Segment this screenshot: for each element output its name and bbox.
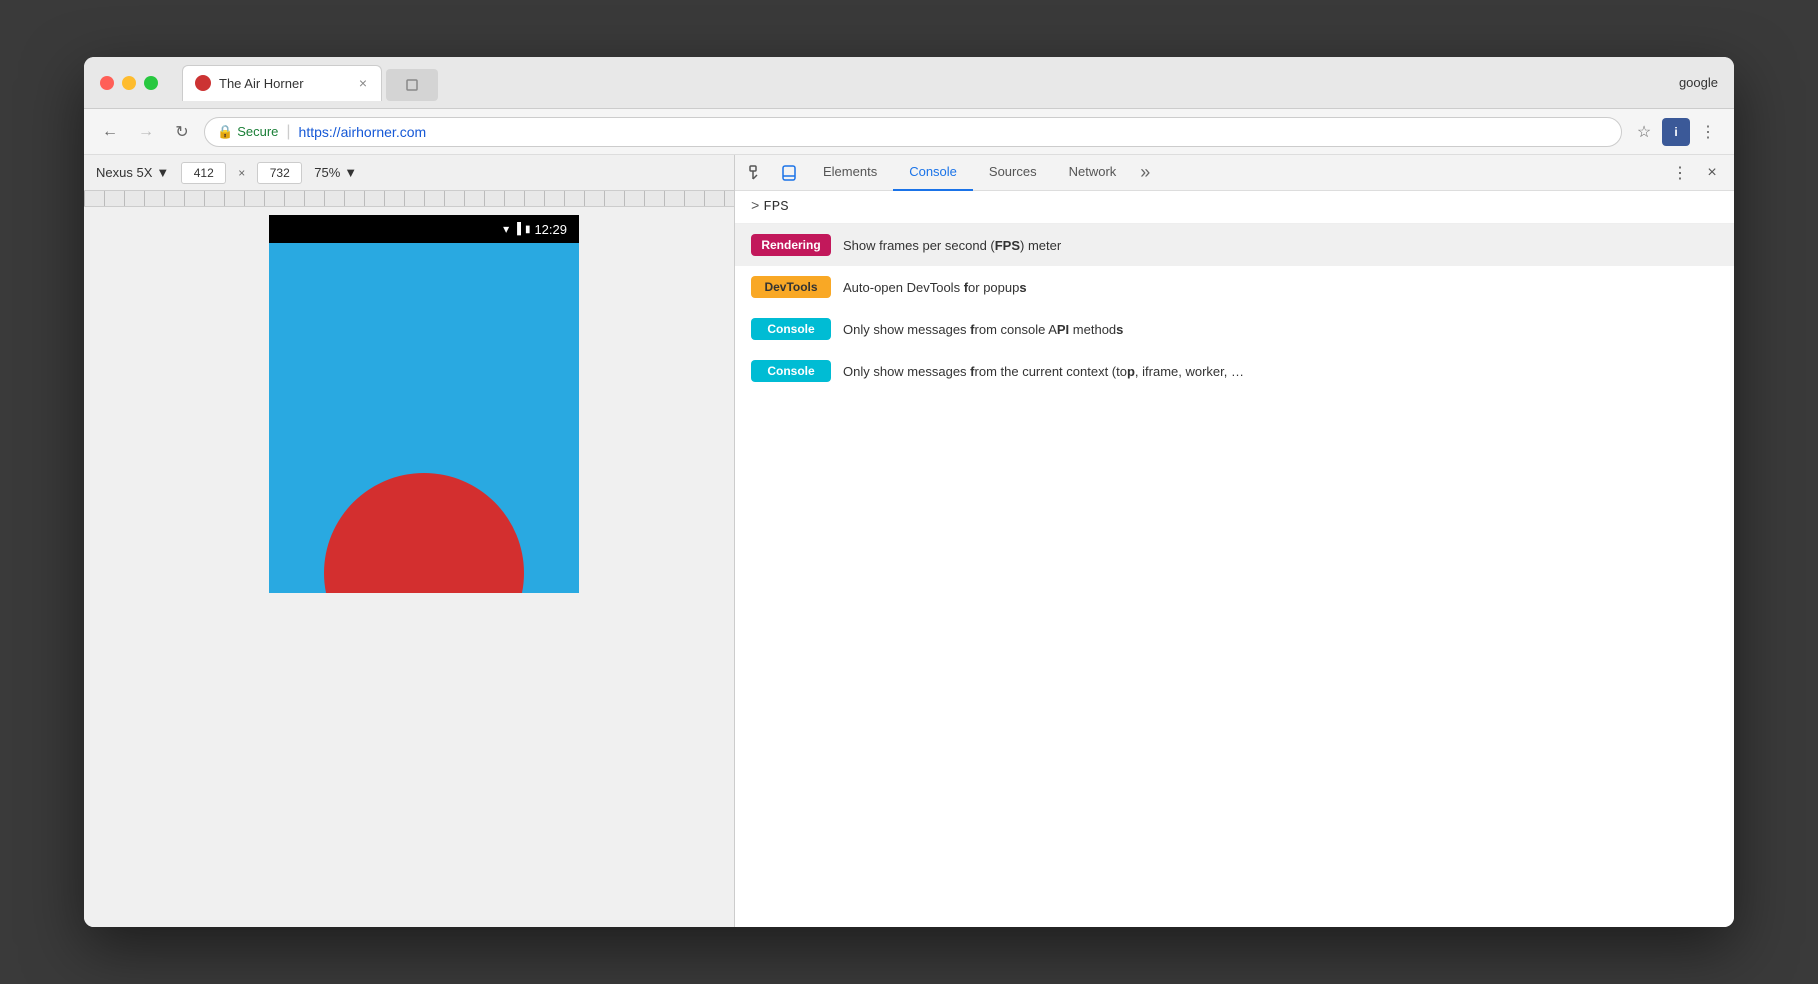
- tab-elements[interactable]: Elements: [807, 155, 893, 191]
- bookmark-button[interactable]: ☆: [1630, 118, 1658, 146]
- autocomplete-list: Rendering Show frames per second (FPS) m…: [735, 224, 1734, 392]
- tab-title: The Air Horner: [219, 76, 349, 91]
- devtools-close-button[interactable]: ×: [1698, 159, 1726, 187]
- close-button[interactable]: [100, 76, 114, 90]
- autocomplete-text-rendering: Show frames per second (FPS) meter: [843, 238, 1061, 253]
- console-input-row: >: [735, 191, 1734, 224]
- chevron-down-icon: ▼: [156, 165, 169, 180]
- devtools-menu-button[interactable]: ⋮: [1666, 159, 1694, 187]
- tab-close-button[interactable]: ×: [357, 75, 369, 91]
- badge-rendering: Rendering: [751, 234, 831, 256]
- title-bar: The Air Horner × google: [84, 57, 1734, 109]
- minimize-button[interactable]: [122, 76, 136, 90]
- inspect-element-button[interactable]: [743, 159, 771, 187]
- url-divider: |: [286, 123, 290, 141]
- address-bar: ← → ↻ 🔒 Secure | https://airhorner.com ☆…: [84, 109, 1734, 155]
- autocomplete-item-devtools[interactable]: DevTools Auto-open DevTools for popups: [735, 266, 1734, 308]
- new-tab-icon: [404, 77, 420, 93]
- status-time: 12:29: [534, 222, 567, 237]
- devtools-panel: Elements Console Sources Network » ⋮ ×: [734, 155, 1734, 927]
- zoom-chevron-icon: ▼: [344, 165, 357, 180]
- new-tab-button[interactable]: [386, 69, 438, 101]
- console-prompt: >: [751, 199, 759, 215]
- viewport: Nexus 5X ▼ × 75% ▼: [84, 155, 734, 927]
- extension-button[interactable]: i: [1662, 118, 1690, 146]
- browser-window: The Air Horner × google ← → ↻ 🔒 Secure: [84, 57, 1734, 927]
- device-selector[interactable]: Nexus 5X ▼: [96, 165, 169, 180]
- device-toolbar: Nexus 5X ▼ × 75% ▼: [84, 155, 734, 191]
- width-input[interactable]: [181, 162, 226, 184]
- console-area: > Rendering Show frames per second (FPS)…: [735, 191, 1734, 927]
- autocomplete-text-console-2: Only show messages from the current cont…: [843, 364, 1244, 379]
- main-content: Nexus 5X ▼ × 75% ▼: [84, 155, 1734, 927]
- tab-console[interactable]: Console: [893, 155, 973, 191]
- phone-screen: ▾ ▐ ▮ 12:29: [269, 215, 579, 593]
- back-button[interactable]: ←: [96, 118, 124, 146]
- secure-badge: 🔒 Secure: [217, 124, 278, 140]
- badge-console-2: Console: [751, 360, 831, 382]
- zoom-selector[interactable]: 75% ▼: [314, 165, 357, 180]
- active-tab[interactable]: The Air Horner ×: [182, 65, 382, 101]
- battery-icon: ▮: [525, 224, 531, 235]
- wifi-icon: ▾: [503, 222, 509, 236]
- tab-network[interactable]: Network: [1053, 155, 1133, 191]
- autocomplete-text-devtools: Auto-open DevTools for popups: [843, 280, 1027, 295]
- lock-icon: 🔒: [217, 124, 233, 140]
- mobile-frame: ▾ ▐ ▮ 12:29: [84, 207, 734, 927]
- reload-button[interactable]: ↻: [168, 118, 196, 146]
- autocomplete-item-console-1[interactable]: Console Only show messages from console …: [735, 308, 1734, 350]
- forward-button[interactable]: →: [132, 118, 160, 146]
- inspect-icon: [748, 164, 766, 182]
- autocomplete-item-rendering[interactable]: Rendering Show frames per second (FPS) m…: [735, 224, 1734, 266]
- tab-bar: The Air Horner ×: [182, 65, 1667, 101]
- badge-devtools: DevTools: [751, 276, 831, 298]
- phone-status-bar: ▾ ▐ ▮ 12:29: [269, 215, 579, 243]
- more-tabs-button[interactable]: »: [1132, 162, 1158, 183]
- badge-console-1: Console: [751, 318, 831, 340]
- device-toggle-button[interactable]: [775, 159, 803, 187]
- url-bar[interactable]: 🔒 Secure | https://airhorner.com: [204, 117, 1622, 147]
- status-icons: ▾ ▐ ▮ 12:29: [503, 222, 567, 237]
- window-controls: [100, 76, 158, 90]
- menu-button[interactable]: ⋮: [1694, 118, 1722, 146]
- autocomplete-text-console-1: Only show messages from console API meth…: [843, 322, 1123, 337]
- devtools-actions: ⋮ ×: [1666, 159, 1726, 187]
- url-text: https://airhorner.com: [299, 124, 427, 140]
- console-input[interactable]: [763, 199, 1718, 215]
- ruler-horizontal: [84, 191, 734, 206]
- tab-favicon: [195, 75, 211, 91]
- height-input[interactable]: [257, 162, 302, 184]
- autocomplete-item-console-2[interactable]: Console Only show messages from the curr…: [735, 350, 1734, 392]
- phone-body: [269, 243, 579, 593]
- address-actions: ☆ i ⋮: [1630, 118, 1722, 146]
- dimension-separator: ×: [238, 166, 245, 180]
- profile-label: google: [1679, 75, 1718, 90]
- maximize-button[interactable]: [144, 76, 158, 90]
- ruler-area: [84, 191, 734, 207]
- devtools-toolbar: Elements Console Sources Network » ⋮ ×: [735, 155, 1734, 191]
- device-icon: [780, 164, 798, 182]
- signal-icon: ▐: [513, 223, 521, 235]
- horn-base: [324, 473, 524, 593]
- devtools-tabs: Elements Console Sources Network »: [807, 155, 1158, 191]
- tab-sources[interactable]: Sources: [973, 155, 1053, 191]
